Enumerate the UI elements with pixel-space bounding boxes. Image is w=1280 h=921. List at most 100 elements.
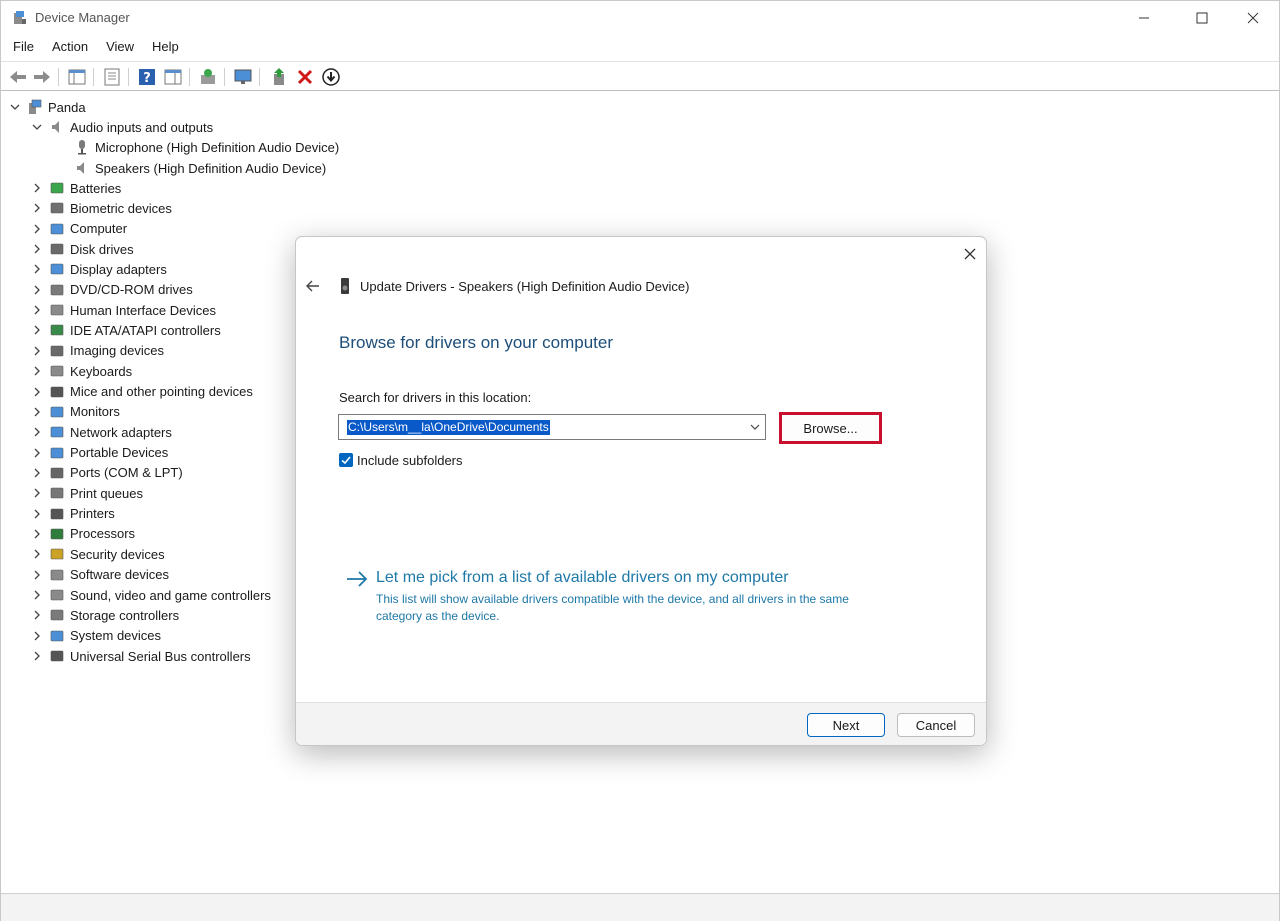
chevron-right-icon[interactable] (31, 263, 43, 275)
chevron-right-icon[interactable] (31, 386, 43, 398)
tree-device-speakers[interactable]: Speakers (High Definition Audio Device) (74, 158, 326, 178)
tree-category-batteries[interactable]: Batteries (31, 178, 121, 198)
action-pane-icon[interactable] (163, 67, 183, 87)
tree-category-biometric-devices[interactable]: Biometric devices (31, 198, 172, 218)
cancel-button[interactable]: Cancel (897, 713, 975, 737)
tree-label: Batteries (70, 181, 121, 196)
tree-category-disk-drives[interactable]: Disk drives (31, 239, 134, 259)
tree-category-system-devices[interactable]: System devices (31, 626, 161, 646)
chevron-down-icon[interactable] (749, 421, 761, 433)
tree-label: Sound, video and game controllers (70, 588, 271, 603)
chevron-right-icon[interactable] (31, 508, 43, 520)
tree-category-storage-controllers[interactable]: Storage controllers (31, 605, 179, 625)
tree-category-mice-and-other-pointing-devices[interactable]: Mice and other pointing devices (31, 382, 253, 402)
chevron-right-icon[interactable] (31, 487, 43, 499)
tree-category-portable-devices[interactable]: Portable Devices (31, 443, 168, 463)
tree-label: DVD/CD-ROM drives (70, 282, 193, 297)
microphone-icon (74, 139, 90, 155)
tree-category-ports-com-lpt[interactable]: Ports (COM & LPT) (31, 463, 183, 483)
monitor-icon[interactable] (233, 67, 253, 87)
menu-action[interactable]: Action (46, 37, 94, 59)
tree-category-monitors[interactable]: Monitors (31, 402, 120, 422)
tree-device-microphone[interactable]: Microphone (High Definition Audio Device… (74, 137, 339, 157)
update-drivers-dialog: Update Drivers - Speakers (High Definiti… (295, 236, 987, 746)
chevron-right-icon[interactable] (31, 609, 43, 621)
help-icon[interactable]: ? (137, 67, 157, 87)
device-category-icon (49, 607, 65, 623)
pick-from-list-link[interactable]: Let me pick from a list of available dri… (376, 569, 789, 587)
tree-label: Portable Devices (70, 445, 168, 460)
tree-root-panda[interactable]: Panda (9, 97, 86, 117)
tree-category-print-queues[interactable]: Print queues (31, 483, 143, 503)
chevron-right-icon[interactable] (31, 223, 43, 235)
next-button[interactable]: Next (807, 713, 885, 737)
menu-file[interactable]: File (7, 37, 40, 59)
tree-category-software-devices[interactable]: Software devices (31, 565, 169, 585)
tree-category-dvd-cd-rom-drives[interactable]: DVD/CD-ROM drives (31, 280, 193, 300)
chevron-right-icon[interactable] (31, 304, 43, 316)
chevron-right-icon[interactable] (31, 589, 43, 601)
tree-label: Keyboards (70, 364, 132, 379)
chevron-down-icon[interactable] (31, 121, 43, 133)
tree-label: Imaging devices (70, 343, 164, 358)
minimize-button[interactable] (1119, 1, 1169, 35)
tree-label: Software devices (70, 567, 169, 582)
tree-label: Audio inputs and outputs (70, 120, 213, 135)
tree-category-processors[interactable]: Processors (31, 524, 135, 544)
tree-category-audio[interactable]: Audio inputs and outputs (31, 117, 213, 137)
tree-category-display-adapters[interactable]: Display adapters (31, 259, 167, 279)
chevron-right-icon[interactable] (31, 324, 43, 336)
dialog-close-button[interactable] (960, 244, 980, 264)
scan-hardware-icon[interactable] (198, 67, 218, 87)
tree-category-universal-serial-bus-controllers[interactable]: Universal Serial Bus controllers (31, 646, 251, 666)
back-arrow-icon[interactable] (304, 277, 322, 295)
include-subfolders-label[interactable]: Include subfolders (357, 453, 463, 468)
chevron-right-icon[interactable] (31, 284, 43, 296)
arrow-right-icon[interactable] (346, 571, 368, 587)
next-button-label: Next (833, 718, 860, 733)
tree-category-printers[interactable]: Printers (31, 504, 115, 524)
tree-category-imaging-devices[interactable]: Imaging devices (31, 341, 164, 361)
chevron-right-icon[interactable] (31, 345, 43, 357)
chevron-right-icon[interactable] (31, 569, 43, 581)
browse-button[interactable]: Browse... (779, 412, 882, 444)
tree-category-keyboards[interactable]: Keyboards (31, 361, 132, 381)
toolbar: ? (1, 61, 1279, 91)
chevron-right-icon[interactable] (31, 467, 43, 479)
chevron-right-icon[interactable] (31, 630, 43, 642)
update-driver-icon[interactable] (269, 67, 289, 87)
tree-category-human-interface-devices[interactable]: Human Interface Devices (31, 300, 216, 320)
chevron-right-icon[interactable] (31, 447, 43, 459)
chevron-right-icon[interactable] (31, 528, 43, 540)
chevron-right-icon[interactable] (31, 243, 43, 255)
chevron-right-icon[interactable] (31, 182, 43, 194)
close-window-button[interactable] (1228, 1, 1278, 35)
menu-help[interactable]: Help (146, 37, 185, 59)
forward-arrow-icon[interactable] (32, 67, 52, 87)
chevron-right-icon[interactable] (31, 426, 43, 438)
tree-category-sound-video-and-game-controllers[interactable]: Sound, video and game controllers (31, 585, 271, 605)
title-bar: Device Manager (1, 1, 1279, 35)
maximize-button[interactable] (1177, 1, 1227, 35)
tree-category-ide-ata-atapi-controllers[interactable]: IDE ATA/ATAPI controllers (31, 320, 221, 340)
properties-icon[interactable] (102, 67, 122, 87)
chevron-right-icon[interactable] (31, 406, 43, 418)
chevron-right-icon[interactable] (31, 650, 43, 662)
driver-path-value[interactable]: C:\Users\m__la\OneDrive\Documents (347, 420, 550, 435)
chevron-right-icon[interactable] (31, 548, 43, 560)
tree-category-computer[interactable]: Computer (31, 219, 127, 239)
include-subfolders-checkbox[interactable] (339, 453, 353, 467)
driver-path-combobox[interactable]: C:\Users\m__la\OneDrive\Documents (338, 414, 766, 440)
tree-label: Disk drives (70, 242, 134, 257)
disable-device-icon[interactable] (321, 67, 341, 87)
chevron-right-icon[interactable] (31, 202, 43, 214)
back-arrow-icon[interactable] (8, 67, 28, 87)
tree-category-security-devices[interactable]: Security devices (31, 544, 165, 564)
chevron-right-icon[interactable] (31, 365, 43, 377)
device-category-icon (49, 343, 65, 359)
show-hide-console-tree-icon[interactable] (67, 67, 87, 87)
menu-view[interactable]: View (100, 37, 140, 59)
uninstall-device-icon[interactable] (295, 67, 315, 87)
chevron-down-icon[interactable] (9, 101, 21, 113)
tree-category-network-adapters[interactable]: Network adapters (31, 422, 172, 442)
